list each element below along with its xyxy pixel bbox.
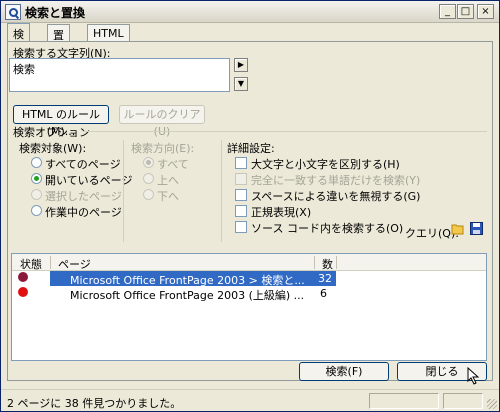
status-dot-icon — [18, 287, 28, 297]
radio-all-pages[interactable] — [31, 157, 42, 168]
close-window-button[interactable]: × — [477, 4, 494, 19]
advanced-label: 詳細設定: — [227, 142, 275, 155]
status-bar: 2 ページに 38 件見つかりました。 — [1, 389, 499, 411]
radio-selected-pages[interactable] — [31, 189, 42, 200]
clear-rules-button[interactable]: ルールのクリア(U) — [119, 105, 205, 138]
status-text: 2 ページに 38 件見つかりました。 — [7, 397, 182, 410]
arrow-right-icon[interactable]: ▶ — [234, 58, 248, 72]
checkbox-match-case[interactable] — [235, 157, 247, 169]
minimize-button[interactable]: _ — [439, 4, 456, 19]
column-separator — [336, 256, 337, 269]
title-bar: 検索と置換 _ □ × — [1, 1, 499, 23]
radio-all-pages-label: すべてのページ — [45, 158, 121, 171]
search-string-input[interactable]: 検索 — [9, 58, 230, 92]
status-dot-icon — [18, 272, 28, 282]
checkbox-match-case-label: 大文字と小文字を区別する(H) — [251, 158, 400, 171]
tab-replace[interactable]: 置換 — [47, 24, 70, 58]
radio-current-page[interactable] — [31, 205, 42, 216]
radio-open-pages[interactable] — [31, 173, 42, 184]
results-header: 状態 ページ 数 — [12, 254, 486, 271]
open-folder-icon[interactable] — [451, 223, 465, 235]
status-pane — [369, 393, 439, 409]
radio-current-page-label: 作業中のページ — [45, 206, 122, 219]
mouse-cursor-icon — [467, 366, 481, 385]
arrow-down-icon[interactable]: ▼ — [234, 77, 248, 91]
save-icon[interactable] — [470, 222, 483, 235]
options-divider — [123, 140, 124, 242]
column-separator — [314, 256, 315, 269]
result-count: 6 — [320, 287, 327, 300]
direction-label: 検索方向(E): — [131, 142, 195, 155]
checkbox-ignore-whitespace-label: スペースによる違いを無視する(G) — [251, 190, 421, 203]
checkbox-whole-word-label: 完全に一致する単語だけを検索(Y) — [251, 174, 421, 187]
result-count: 32 — [318, 272, 332, 285]
checkbox-whole-word[interactable] — [235, 173, 247, 185]
radio-direction-up-label: 上へ — [157, 174, 179, 187]
radio-open-pages-label: 開いているページ — [45, 174, 133, 187]
column-page[interactable]: ページ — [58, 256, 91, 272]
results-list[interactable]: 状態 ページ 数 Microsoft Office FrontPage 2003… — [11, 253, 487, 361]
result-row[interactable]: Microsoft Office FrontPage 2003 (上級編) ..… — [12, 286, 486, 302]
search-icon — [5, 4, 21, 20]
window-title: 検索と置換 — [25, 6, 86, 20]
maximize-button[interactable]: □ — [457, 4, 474, 19]
radio-direction-down[interactable] — [143, 189, 154, 200]
checkbox-regex[interactable] — [235, 205, 247, 217]
radio-selected-pages-label: 選択したページ — [45, 190, 122, 203]
find-replace-window: 検索と置換 _ □ × 検索 置換 HTML タグ 検索する文字列(N): 検索… — [0, 0, 500, 412]
checkbox-source-code[interactable] — [235, 221, 247, 233]
radio-direction-all[interactable] — [143, 157, 154, 168]
checkbox-source-code-label: ソース コード内を検索する(O) — [251, 222, 404, 235]
resize-grip[interactable] — [487, 399, 497, 409]
status-pane — [443, 393, 483, 409]
radio-direction-all-label: すべて — [157, 158, 189, 171]
group-divider — [83, 131, 487, 132]
radio-direction-up[interactable] — [143, 173, 154, 184]
search-button[interactable]: 検索(F) — [299, 362, 389, 381]
checkbox-regex-label: 正規表現(X) — [251, 206, 312, 219]
column-status[interactable]: 状態 — [20, 256, 42, 272]
tab-html-tag[interactable]: HTML タグ — [87, 24, 130, 55]
target-label: 検索対象(W): — [19, 142, 87, 155]
tab-search[interactable]: 検索 — [7, 23, 30, 57]
column-count[interactable]: 数 — [322, 256, 333, 272]
options-divider-2 — [221, 140, 222, 242]
column-separator — [50, 256, 51, 269]
html-rules-button[interactable]: HTML のルール(M)... — [13, 105, 109, 138]
radio-direction-down-label: 下へ — [157, 190, 179, 203]
search-options-label: 検索オプション — [13, 126, 90, 139]
result-page: Microsoft Office FrontPage 2003 (上級編) ..… — [70, 289, 305, 302]
checkbox-ignore-whitespace[interactable] — [235, 189, 247, 201]
result-row[interactable]: Microsoft Office FrontPage 2003 > 検索と...… — [12, 271, 486, 287]
